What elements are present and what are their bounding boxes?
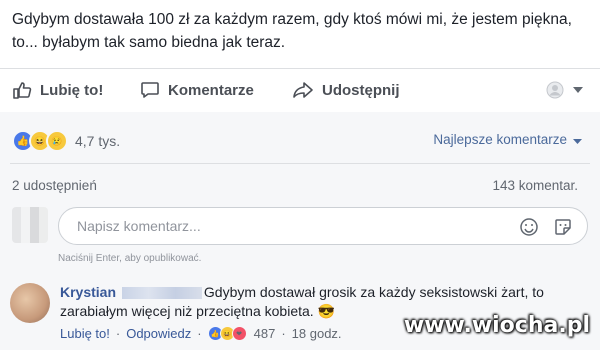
sad-reaction-icon: 😢 [46, 130, 68, 152]
comment-composer [58, 207, 588, 245]
love-reaction-icon: ❤ [231, 326, 247, 341]
submit-hint: Naciśnij Enter, aby opublikować. [58, 253, 202, 264]
post-text: Gdybym dostawała 100 zł za każdym razem,… [12, 11, 572, 51]
comment-input[interactable] [75, 217, 499, 235]
divider [0, 68, 600, 69]
comment-actions: Lubię to! · Odpowiedz · 👍 😆 ❤ 487 · 18 g… [60, 326, 342, 341]
separator: · [281, 326, 286, 341]
comment-label: Komentarze [168, 81, 254, 99]
comment-reaction-count: 487 [253, 326, 276, 341]
post-action-bar: Lubię to! Komentarze Udostępnij [0, 70, 600, 110]
reaction-selector[interactable] [545, 70, 583, 110]
comment-reactions[interactable]: 👍 😆 ❤ [207, 326, 247, 341]
share-count[interactable]: 2 udostępnień [12, 178, 97, 193]
comment-sort-dropdown[interactable]: Najlepsze komentarze [433, 132, 582, 147]
avatar-icon [545, 80, 565, 100]
comment-count[interactable]: 143 komentar. [492, 178, 578, 193]
comment-author[interactable]: Krystian [60, 284, 116, 300]
share-button[interactable]: Udostępnij [292, 70, 400, 110]
blurred-surname [121, 287, 202, 300]
divider [10, 163, 590, 164]
sunglasses-emoji: 😎 [317, 303, 336, 319]
like-button[interactable]: Lubię to! [12, 70, 103, 110]
caret-down-icon [573, 132, 582, 147]
comment-time[interactable]: 18 godz. [292, 326, 342, 341]
sticker-icon[interactable] [553, 217, 573, 237]
site-watermark: www.wiocha.pl [403, 313, 590, 338]
comment-like-link[interactable]: Lubię to! [60, 326, 110, 341]
commenter-avatar[interactable] [10, 283, 50, 323]
caret-down-icon [573, 87, 583, 93]
speech-bubble-icon [140, 80, 160, 100]
reaction-count: 4,7 tys. [75, 133, 121, 149]
user-avatar [12, 207, 48, 243]
comment-button[interactable]: Komentarze [140, 70, 254, 110]
reply-link[interactable]: Odpowiedz [126, 326, 191, 341]
separator: · [115, 326, 121, 341]
share-label: Udostępnij [322, 81, 400, 99]
separator: · [197, 326, 202, 341]
like-label: Lubię to! [40, 81, 104, 99]
share-arrow-icon [292, 80, 314, 100]
reaction-summary[interactable]: 👍 😆 😢 4,7 tys. [12, 130, 120, 152]
thumbs-up-icon [12, 80, 32, 100]
sort-label: Najlepsze komentarze [433, 132, 567, 147]
emoji-icon[interactable] [519, 217, 539, 237]
